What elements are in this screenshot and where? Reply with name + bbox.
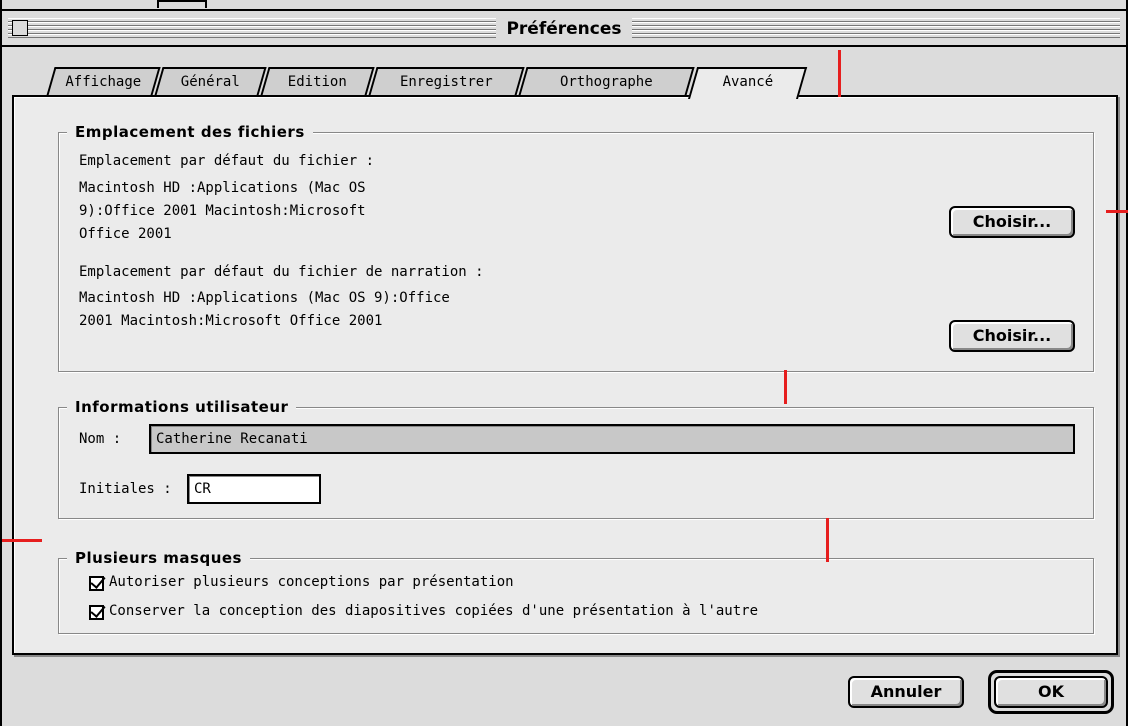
default-location-path-line2: 9):Office 2001 Macintosh:Microsoft	[79, 203, 366, 219]
annotation-mark	[838, 50, 841, 97]
preferences-window: Préférences Affichage Général Edition En…	[0, 0, 1128, 726]
ok-button[interactable]: OK	[994, 676, 1108, 708]
tab-orthographe[interactable]: Orthographe	[518, 67, 695, 97]
tab-edition[interactable]: Edition	[260, 67, 375, 97]
allow-multiple-designs-label: Autoriser plusieurs conceptions par prés…	[109, 574, 514, 590]
tab-enregistrer[interactable]: Enregistrer	[368, 67, 525, 97]
group-user-info: Informations utilisateur Nom : Catherine…	[58, 396, 1094, 519]
annotation-mark	[1106, 210, 1128, 213]
annotation-mark	[2, 539, 42, 542]
cancel-button[interactable]: Annuler	[848, 676, 964, 708]
group-legend: Informations utilisateur	[67, 396, 297, 418]
tab-affichage[interactable]: Affichage	[46, 67, 161, 97]
allow-multiple-designs-checkbox[interactable]	[89, 576, 104, 591]
tab-avance[interactable]: Avancé	[688, 67, 808, 99]
initials-field[interactable]: CR	[187, 474, 321, 504]
keep-slide-design-checkbox[interactable]	[89, 605, 104, 620]
group-legend: Emplacement des fichiers	[67, 121, 313, 143]
group-file-locations: Emplacement des fichiers Emplacement par…	[58, 121, 1094, 372]
default-location-label: Emplacement par défaut du fichier :	[79, 153, 375, 169]
annotation-mark	[826, 518, 829, 562]
tab-panel-avance: Emplacement des fichiers Emplacement par…	[12, 95, 1118, 655]
name-label: Nom :	[79, 431, 122, 447]
tab-general[interactable]: Général	[154, 67, 267, 97]
keep-slide-design-label: Conserver la conception des diapositives…	[109, 603, 759, 619]
choose-narration-location-button[interactable]: Choisir...	[949, 320, 1075, 352]
narration-location-label: Emplacement par défaut du fichier de nar…	[79, 264, 484, 280]
window-edge-fragment	[157, 0, 207, 8]
annotation-mark	[784, 370, 787, 404]
title-bar[interactable]: Préférences	[2, 9, 1126, 47]
name-field[interactable]: Catherine Recanati	[149, 424, 1075, 454]
narration-location-path-line2: 2001 Macintosh:Microsoft Office 2001	[79, 313, 383, 329]
window-title: Préférences	[496, 18, 632, 40]
choose-default-location-button[interactable]: Choisir...	[949, 206, 1075, 238]
group-legend: Plusieurs masques	[67, 547, 250, 569]
narration-location-path-line1: Macintosh HD :Applications (Mac OS 9):Of…	[79, 290, 450, 306]
default-location-path-line3: Office 2001	[79, 226, 172, 242]
default-location-path-line1: Macintosh HD :Applications (Mac OS	[79, 180, 366, 196]
ok-button-default-ring: OK	[988, 670, 1114, 714]
initials-label: Initiales :	[79, 481, 172, 497]
group-multiple-masters: Plusieurs masques Autoriser plusieurs co…	[58, 547, 1094, 634]
